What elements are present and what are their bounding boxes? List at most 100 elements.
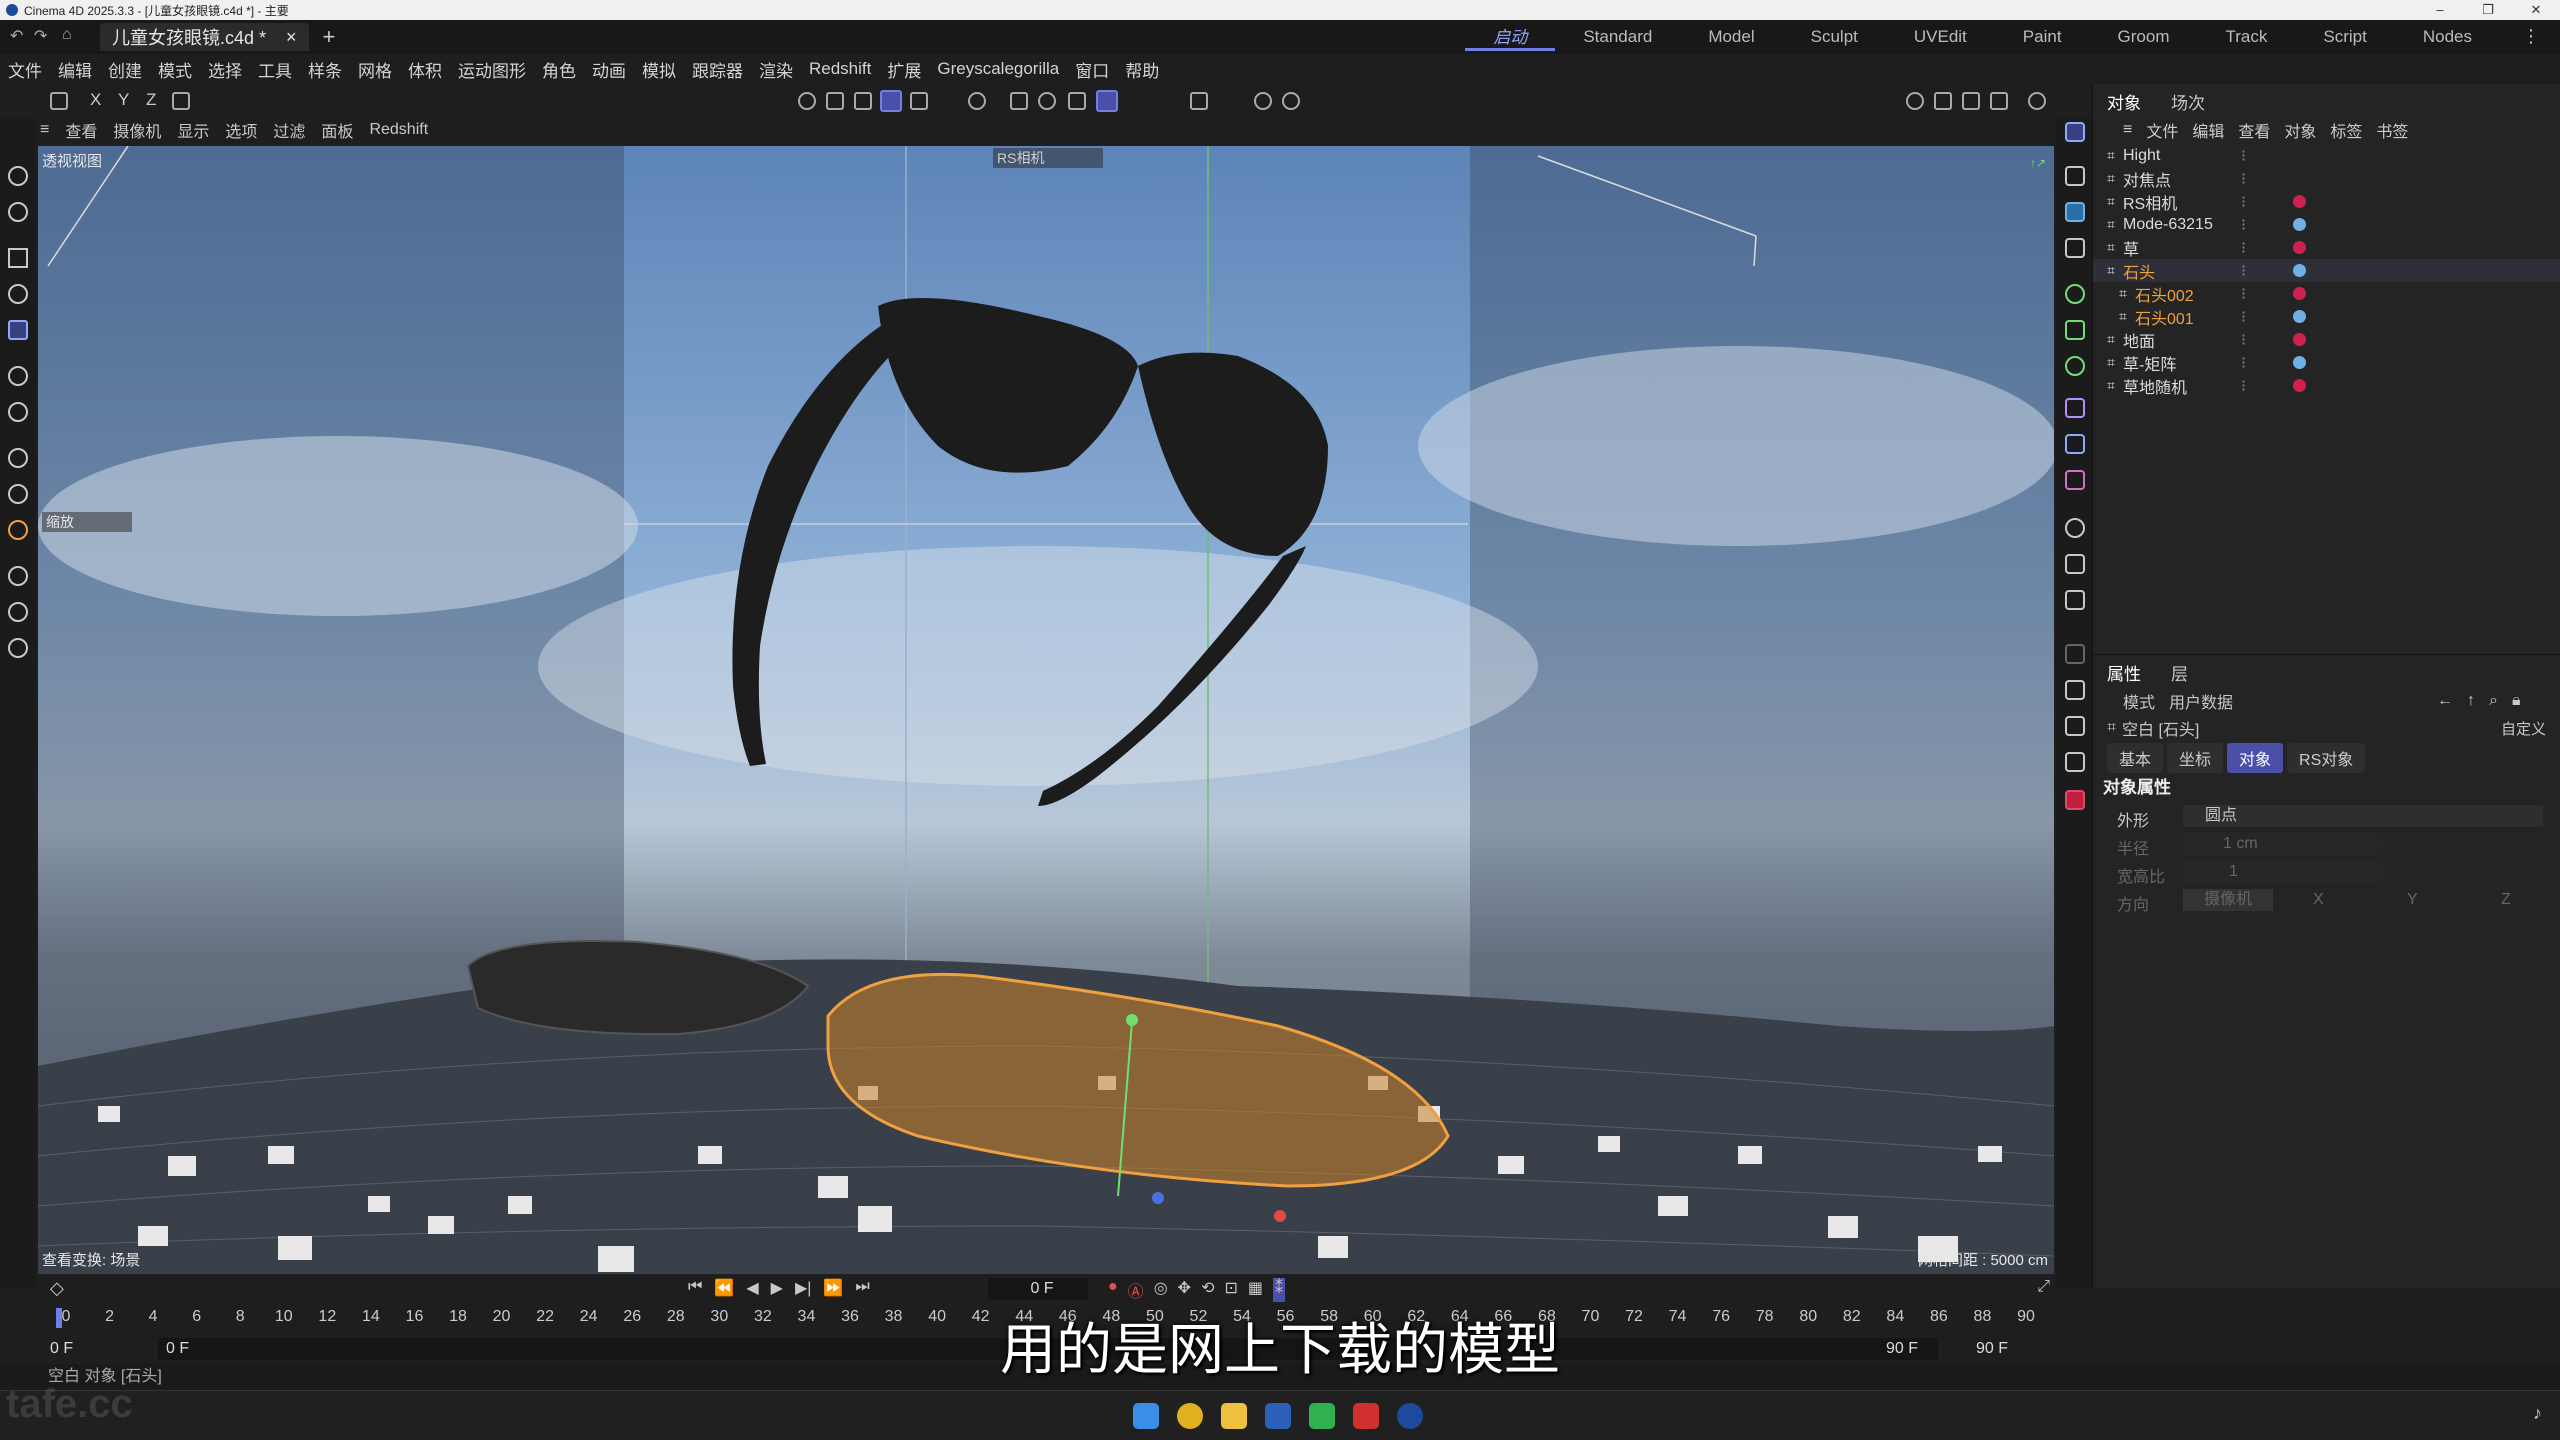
menu-item-10[interactable]: 角色 [542, 57, 576, 82]
object-row[interactable]: ⌗ 石头 ⁝ [2093, 259, 2560, 282]
param-key-icon[interactable]: ▦ [1248, 1278, 1263, 1302]
grid-snap-icon[interactable] [1068, 92, 1086, 110]
view-menu-hamburger-icon[interactable]: ≡ [40, 121, 49, 139]
render-settings-icon[interactable] [1282, 92, 1300, 110]
prev-key-icon[interactable]: ⏪ [714, 1278, 734, 1298]
render-picture-viewer-icon[interactable] [1934, 92, 1952, 110]
menu-item-4[interactable]: 选择 [208, 57, 242, 82]
view-menu-item-0[interactable]: 查看 [65, 118, 97, 142]
visibility-dots-icon[interactable]: ⁝ [2241, 146, 2246, 166]
next-key-icon[interactable]: ⏩ [823, 1278, 843, 1298]
material-tag-icon[interactable] [2293, 218, 2306, 231]
view-menu-item-3[interactable]: 选项 [225, 118, 257, 142]
redshift-ipr-icon[interactable] [2028, 92, 2046, 110]
spline-pen-icon[interactable] [8, 448, 28, 468]
polygons-mode-icon[interactable] [854, 92, 872, 110]
record-icon[interactable]: ● [1108, 1278, 1118, 1302]
green-app-icon[interactable] [1309, 1403, 1335, 1429]
object-row[interactable]: ⌗ 对焦点 ⁝ [2093, 167, 2560, 190]
autokey-icon[interactable]: Ⓐ [1128, 1278, 1144, 1302]
gizmo-z-handle[interactable] [1152, 1192, 1164, 1204]
layout-tab-4[interactable]: UVEdit [1886, 27, 1995, 47]
deformer-icon[interactable] [2065, 356, 2085, 376]
visibility-dots-icon[interactable]: ⁝ [2241, 284, 2246, 304]
visibility-dots-icon[interactable]: ⁝ [2241, 192, 2246, 212]
layout-tab-2[interactable]: Model [1680, 27, 1782, 47]
point-key-icon[interactable]: ⁑ [1273, 1278, 1285, 1302]
axis-x-toggle[interactable]: X [90, 90, 101, 110]
layout-tab-8[interactable]: Script [2295, 27, 2394, 47]
render-active-icon[interactable] [1990, 92, 2008, 110]
menu-item-2[interactable]: 创建 [108, 57, 142, 82]
object-menu-item-3[interactable]: 对象 [2284, 118, 2316, 142]
image-icon[interactable] [2065, 680, 2085, 700]
lock-icon[interactable]: 🔒︎ [2512, 692, 2521, 710]
gear-icon[interactable] [968, 92, 986, 110]
object-row[interactable]: ⌗ 地面 ⁝ [2093, 328, 2560, 351]
layout-tab-7[interactable]: Track [2198, 27, 2296, 47]
view-menu-item-2[interactable]: 显示 [177, 118, 209, 142]
close-window-icon[interactable]: ✕ [2516, 0, 2556, 20]
gizmo-x-handle[interactable] [1274, 1210, 1286, 1222]
snap-icon[interactable] [1010, 92, 1028, 110]
document-tab[interactable]: 儿童女孩眼镜.c4d * × [100, 23, 309, 51]
hair-icon[interactable] [2065, 644, 2085, 664]
coordinate-system-icon[interactable] [172, 92, 190, 110]
windows-start-icon[interactable] [1133, 1403, 1159, 1429]
object-mode-icon[interactable] [50, 92, 68, 110]
field-icon[interactable] [2065, 398, 2085, 418]
move-icon[interactable] [8, 248, 28, 268]
orient-x[interactable]: X [2313, 891, 2324, 909]
smooth-icon[interactable] [8, 638, 28, 658]
close-tab-icon[interactable]: × [286, 27, 297, 48]
menu-item-18[interactable]: 窗口 [1075, 57, 1109, 82]
symmetry-icon[interactable] [1190, 92, 1208, 110]
cube-outline-icon[interactable] [2065, 166, 2085, 186]
menu-item-11[interactable]: 动画 [592, 57, 626, 82]
tab-attributes[interactable]: 属性 [2107, 660, 2141, 685]
attr-subtab-2[interactable]: 对象 [2227, 743, 2284, 773]
cube-icon[interactable] [2065, 202, 2085, 222]
object-menu-item-2[interactable]: 查看 [2238, 118, 2270, 142]
object-row[interactable]: ⌗ 草地随机 ⁝ [2093, 374, 2560, 397]
menu-item-3[interactable]: 模式 [158, 57, 192, 82]
object-menu-item-4[interactable]: 标签 [2330, 118, 2362, 142]
object-menu-item-1[interactable]: 编辑 [2192, 118, 2224, 142]
menu-item-6[interactable]: 样条 [308, 57, 342, 82]
attr-subtab-1[interactable]: 坐标 [2167, 743, 2224, 773]
menu-item-15[interactable]: Redshift [809, 59, 871, 79]
object-row[interactable]: ⌗ 石头001 ⁝ [2093, 305, 2560, 328]
axis-z-toggle[interactable]: Z [146, 90, 156, 110]
viewport-camera-selector[interactable]: RS相机 [993, 148, 1103, 168]
aspect-field[interactable]: 1 [2183, 861, 2383, 883]
mograph-icon[interactable] [2065, 320, 2085, 340]
current-frame-field[interactable]: 0 F [988, 1278, 1088, 1300]
rotation-key-icon[interactable]: ⟲ [1201, 1278, 1214, 1302]
tab-layers[interactable]: 层 [2171, 660, 2188, 685]
display-dropdown[interactable]: 圆点 [2183, 805, 2543, 827]
more-icon[interactable]: ⋮ [2522, 26, 2540, 47]
object-row[interactable]: ⌗ Mode-63215 ⁝ [2093, 213, 2560, 236]
visibility-dots-icon[interactable]: ⁝ [2241, 376, 2246, 396]
move-key-icon[interactable]: ✥ [1178, 1278, 1191, 1302]
object-row[interactable]: ⌗ Hight ⁝ [2093, 144, 2560, 167]
object-tab-0[interactable]: 对象 [2107, 89, 2141, 114]
snap-settings-icon[interactable] [1038, 92, 1056, 110]
notification-icon[interactable]: ♪ [2533, 1403, 2542, 1424]
attr-menu-mode[interactable]: 模式 [2123, 689, 2155, 713]
orientation-dropdown[interactable]: 摄像机 [2183, 889, 2273, 911]
render-queue-icon[interactable] [1962, 92, 1980, 110]
material-tag-icon[interactable] [2293, 356, 2306, 369]
preset-dropdown[interactable]: 自定义 [2501, 718, 2546, 739]
selection-mode-icon[interactable] [8, 202, 28, 222]
view-menu-item-1[interactable]: 摄像机 [113, 118, 161, 142]
goto-end-icon[interactable]: ⏭ [855, 1278, 869, 1298]
sculpt-brush-icon[interactable] [8, 602, 28, 622]
menu-item-13[interactable]: 跟踪器 [692, 57, 743, 82]
edges-mode-icon[interactable] [826, 92, 844, 110]
undo-icon[interactable]: ↶ [10, 26, 23, 46]
redshift-icon[interactable] [2065, 790, 2085, 810]
scale-icon[interactable] [8, 320, 28, 340]
material-tag-icon[interactable] [2293, 379, 2306, 392]
menu-item-8[interactable]: 体积 [408, 57, 442, 82]
